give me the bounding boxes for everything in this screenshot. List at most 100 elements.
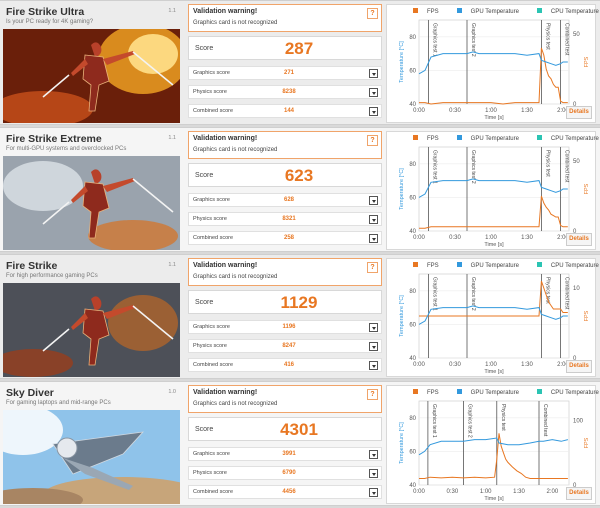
phase-label: Combined test	[564, 23, 570, 56]
overall-score: Score 4301	[188, 417, 382, 441]
score-panel: Validation warning! Graphics card is not …	[188, 385, 382, 504]
expand-dropdown-icon[interactable]	[369, 361, 378, 370]
score-value: 1129	[280, 293, 318, 312]
expand-dropdown-icon[interactable]	[369, 69, 378, 78]
time-axis-title: Time [s]	[484, 242, 504, 248]
help-button[interactable]: ?	[367, 262, 378, 273]
expand-dropdown-icon[interactable]	[369, 488, 378, 497]
physics-score-label: Physics score	[193, 89, 227, 95]
chart-panel: FPS GPU Temperature CPU Temperature 40 60 80 0…	[386, 4, 599, 123]
benchmark-row: Fire Strike Ultra Is your PC ready for 4K…	[0, 0, 600, 125]
combined-score-value: 144	[283, 108, 294, 114]
temperature-axis-title: Temperature [°C]	[399, 41, 405, 83]
time-tick-label: 1:00	[480, 489, 492, 495]
physics-score-row[interactable]: Physics score 8247	[188, 339, 382, 353]
physics-score-label: Physics score	[193, 216, 227, 222]
phase-label: Combined test	[564, 277, 570, 310]
combined-score-row[interactable]: Combined score 416	[188, 358, 382, 372]
details-button[interactable]: Details	[566, 106, 592, 119]
benchmark-info: Fire Strike For high performance gaming P…	[3, 258, 180, 377]
benchmark-name: Fire Strike	[6, 260, 58, 272]
combined-score-value: 416	[283, 362, 294, 368]
temp-tick-label: 60	[409, 449, 416, 455]
graphics-score-row[interactable]: Graphics score 628	[188, 193, 382, 207]
help-button[interactable]: ?	[367, 135, 378, 146]
expand-dropdown-icon[interactable]	[369, 196, 378, 205]
score-value: 4301	[280, 420, 318, 439]
benchmark-artwork	[3, 29, 180, 123]
graphics-score-row[interactable]: Graphics score 3991	[188, 447, 382, 461]
expand-dropdown-icon[interactable]	[369, 215, 378, 224]
graphics-score-row[interactable]: Graphics score 271	[188, 66, 382, 80]
help-button[interactable]: ?	[367, 389, 378, 400]
chart-panel: FPS GPU Temperature CPU Temperature 40 60 80 0…	[386, 258, 599, 377]
physics-score-value: 8321	[282, 216, 296, 222]
physics-score-row[interactable]: Physics score 8321	[188, 212, 382, 226]
temp-tick-label: 80	[409, 35, 416, 41]
graphics-score-row[interactable]: Graphics score 1196	[188, 320, 382, 334]
time-tick-label: 1:30	[521, 235, 533, 241]
time-tick-label: 0:00	[413, 235, 425, 241]
temp-tick-label: 80	[409, 162, 416, 168]
temp-tick-label: 60	[409, 322, 416, 328]
help-button[interactable]: ?	[367, 8, 378, 19]
fps-tick-label: 50	[573, 32, 580, 38]
temperature-axis-title: Temperature [°C]	[399, 168, 405, 210]
physics-score-value: 8247	[282, 343, 296, 349]
combined-score-row[interactable]: Combined score 144	[188, 104, 382, 118]
time-tick-label: 1:00	[485, 108, 497, 114]
overall-score: Score 623	[188, 163, 382, 187]
benchmark-version: 1.1	[168, 8, 176, 14]
temp-tick-label: 60	[409, 195, 416, 201]
temperature-axis-title: Temperature [°C]	[399, 295, 405, 337]
expand-dropdown-icon[interactable]	[369, 450, 378, 459]
combined-score-row[interactable]: Combined score 4456	[188, 485, 382, 499]
expand-dropdown-icon[interactable]	[369, 234, 378, 243]
fps-axis-title: FPS	[584, 437, 590, 448]
combined-score-value: 258	[283, 235, 294, 241]
details-button[interactable]: Details	[566, 360, 592, 373]
graphics-score-value: 3991	[282, 451, 296, 457]
benchmark-artwork	[3, 410, 180, 504]
score-label: Score	[195, 45, 214, 52]
benchmark-version: 1.1	[168, 262, 176, 268]
time-tick-label: 1:30	[521, 108, 533, 114]
graphics-score-value: 628	[283, 197, 294, 203]
details-button[interactable]: Details	[566, 233, 592, 246]
sky-glow	[3, 161, 83, 211]
expand-dropdown-icon[interactable]	[369, 342, 378, 351]
expand-dropdown-icon[interactable]	[369, 88, 378, 97]
warning-title: Validation warning!	[193, 8, 258, 15]
fps-series-line	[419, 433, 568, 479]
phase-label: Graphics test 1	[432, 277, 438, 311]
gpu-temperature-series-line	[418, 305, 568, 325]
expand-dropdown-icon[interactable]	[369, 469, 378, 478]
validation-warning: Validation warning! Graphics card is not …	[188, 385, 382, 413]
gpu-temperature-series-line	[418, 437, 569, 456]
time-tick-label: 1:00	[485, 362, 497, 368]
graphics-score-label: Graphics score	[193, 70, 230, 76]
fps-tick-label: 100	[573, 418, 584, 424]
expand-dropdown-icon[interactable]	[369, 323, 378, 332]
physics-score-row[interactable]: Physics score 8238	[188, 85, 382, 99]
phase-label: Physics test	[544, 277, 550, 304]
score-panel: Validation warning! Graphics card is not …	[188, 4, 382, 123]
score-value: 623	[284, 166, 314, 185]
chart-panel: FPS GPU Temperature CPU Temperature 40 60 80 0…	[386, 385, 599, 504]
benchmark-artwork	[3, 156, 180, 250]
physics-score-value: 8238	[282, 89, 296, 95]
gpu-temperature-series-line	[418, 178, 568, 198]
fps-axis-title: FPS	[584, 310, 590, 321]
validation-warning: Validation warning! Graphics card is not …	[188, 4, 382, 32]
expand-dropdown-icon[interactable]	[369, 107, 378, 116]
details-button[interactable]: Details	[566, 487, 592, 500]
phase-label: Physics test	[500, 404, 506, 431]
phase-label: Graphics test 1	[431, 404, 437, 438]
chart-panel: FPS GPU Temperature CPU Temperature 40 60 80 0…	[386, 131, 599, 250]
phase-label: Graphics test 1	[432, 150, 438, 184]
combined-score-row[interactable]: Combined score 258	[188, 231, 382, 245]
physics-score-row[interactable]: Physics score 6790	[188, 466, 382, 480]
warning-title: Validation warning!	[193, 389, 258, 396]
time-tick-label: 1:00	[485, 235, 497, 241]
benchmark-subtitle: For high performance gaming PCs	[6, 273, 98, 279]
